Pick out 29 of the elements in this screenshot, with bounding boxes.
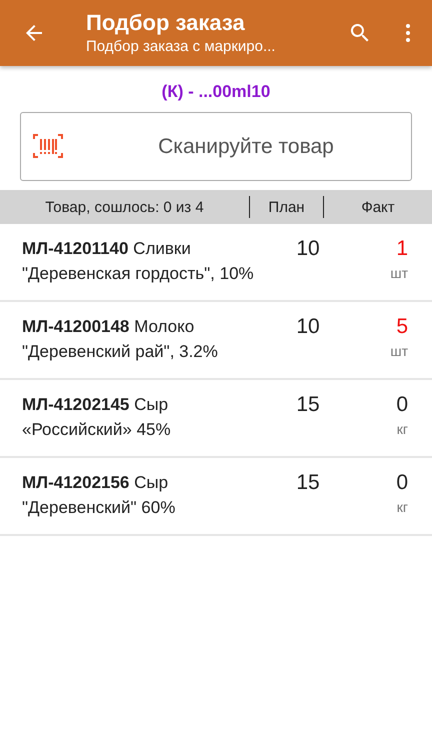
column-header: Факт: [360, 198, 396, 216]
product-name: МЛ-41202145 Сыр «Российский» 45%: [22, 394, 172, 441]
column-header: План: [267, 198, 306, 216]
fact-quantity: 0: [396, 392, 408, 417]
unit-label: кг: [396, 499, 408, 515]
plan-quantity: 10: [295, 314, 321, 340]
plan-quantity: 15: [295, 470, 321, 496]
plan-quantity: 15: [295, 392, 321, 418]
fact-quantity: 5: [396, 314, 408, 339]
product-row[interactable]: МЛ-41202145 Сыр «Российский» 45% 15 0 кг: [0, 380, 432, 458]
fact-quantity: 1: [396, 236, 408, 261]
unit-label: шт: [390, 265, 408, 281]
column-header: Товар, сошлось: 0 из 4: [44, 198, 205, 216]
order-code: (К) - ...00ml10: [160, 81, 272, 103]
product-name: МЛ-41202156 Сыр "Деревенский" 60%: [22, 472, 176, 519]
product-name: МЛ-41201140 Сливки "Деревенская гордость", 10%: [22, 238, 255, 285]
fact-quantity: 0: [396, 470, 408, 495]
product-row[interactable]: МЛ-41200148 Молоко "Деревенский рай", 3.2% 10 5 шт: [0, 302, 432, 380]
barcode-icon: [33, 134, 63, 158]
product-row[interactable]: МЛ-41201140 Сливки "Деревенская гордость", 10% 10 1 шт: [0, 224, 432, 302]
more-icon: [406, 24, 410, 42]
product-name: МЛ-41200148 Молоко "Деревенский рай", 3.2%: [22, 316, 219, 363]
screen-title: Подбор заказа: [86, 9, 246, 37]
plan-quantity: 10: [295, 236, 321, 262]
screen-subtitle: Подбор заказа с маркиро...: [86, 37, 276, 57]
unit-label: шт: [390, 343, 408, 359]
scan-field[interactable]: Сканируйте товар: [20, 112, 412, 181]
product-row[interactable]: МЛ-41202156 Сыр "Деревенский" 60% 15 0 кг: [0, 458, 432, 536]
unit-label: кг: [396, 421, 408, 437]
